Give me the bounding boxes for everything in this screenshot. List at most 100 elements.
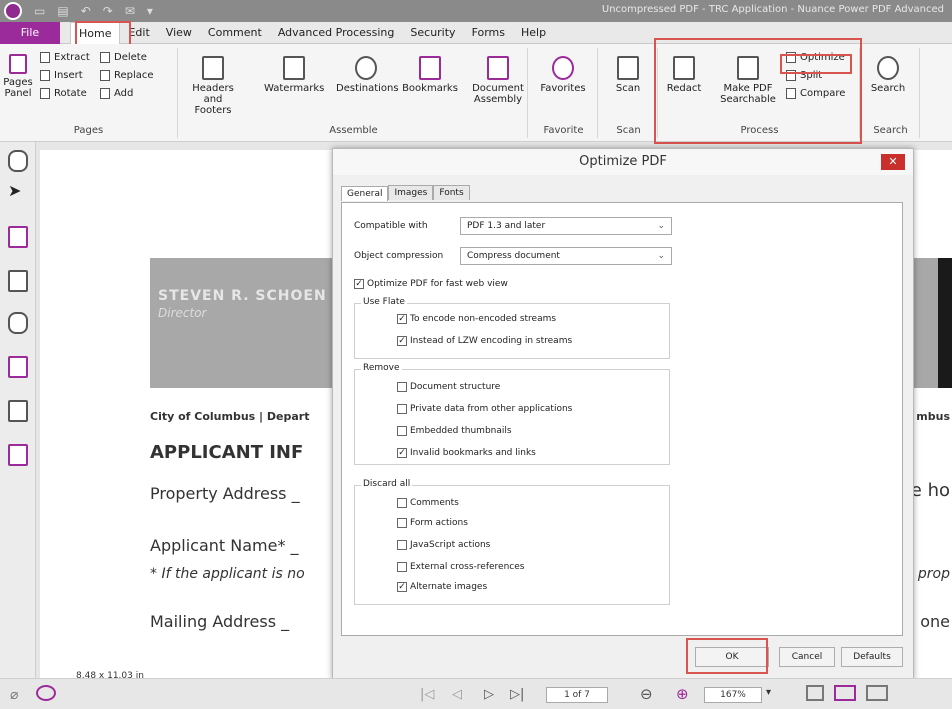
ribbon: Pages Panel Extract Insert Rotate Delete… xyxy=(0,44,952,142)
tab-home[interactable]: Home xyxy=(70,21,121,44)
destinations-button[interactable]: Destinations xyxy=(336,56,399,94)
tab-edit[interactable]: Edit xyxy=(120,22,157,44)
tab-help[interactable]: Help xyxy=(513,22,554,44)
delete-button[interactable]: Delete xyxy=(100,52,147,63)
destination-pin-icon xyxy=(355,56,377,80)
security-panel-icon[interactable] xyxy=(8,356,28,378)
compression-select[interactable]: Compress document ⌄ xyxy=(460,247,672,265)
watermarks-button[interactable]: Watermarks xyxy=(264,56,324,94)
group-label-search: Search xyxy=(873,125,908,136)
undo-icon[interactable]: ↶ xyxy=(81,4,91,18)
remove-private-data-checkbox[interactable]: Private data from other applications xyxy=(397,404,572,414)
tab-security[interactable]: Security xyxy=(402,22,463,44)
dialog-title: Optimize PDF xyxy=(333,149,913,175)
select-tool-icon[interactable]: ➤ xyxy=(8,180,28,202)
flate-lzw-checkbox[interactable]: ✓ Instead of LZW encoding in streams xyxy=(397,336,572,346)
extract-button[interactable]: Extract xyxy=(40,52,90,63)
discard-comments-checkbox[interactable]: Comments xyxy=(397,498,459,508)
attachments-panel-icon[interactable] xyxy=(8,400,28,422)
tab-forms[interactable]: Forms xyxy=(464,22,513,44)
tab-images[interactable]: Images xyxy=(388,185,434,200)
hand-tool-icon[interactable] xyxy=(8,150,28,172)
split-icon xyxy=(786,70,796,81)
defaults-button[interactable]: Defaults xyxy=(841,647,903,667)
first-page-icon[interactable]: |◁ xyxy=(420,687,434,702)
signature-panel-icon[interactable] xyxy=(8,312,28,334)
discard-form-actions-checkbox[interactable]: Form actions xyxy=(397,518,468,528)
remove-thumbnails-checkbox[interactable]: Embedded thumbnails xyxy=(397,426,512,436)
search-icon xyxy=(877,56,899,80)
optimize-icon xyxy=(786,52,796,63)
replace-button[interactable]: Replace xyxy=(100,70,154,81)
cancel-button[interactable]: Cancel xyxy=(779,647,835,667)
ok-button[interactable]: OK xyxy=(695,647,769,667)
tab-fonts[interactable]: Fonts xyxy=(433,185,470,200)
tab-advanced-processing[interactable]: Advanced Processing xyxy=(270,22,403,44)
document-assembly-icon xyxy=(487,56,509,80)
remove-structure-checkbox[interactable]: Document structure xyxy=(397,382,500,392)
mailing-address-field: Mailing Address _ xyxy=(150,612,290,631)
zoom-in-icon[interactable]: ⊕ xyxy=(676,685,689,703)
bookmarks-button[interactable]: Bookmarks xyxy=(402,56,458,94)
property-address-field: Property Address _ xyxy=(150,484,300,503)
pages-panel-icon[interactable] xyxy=(8,270,28,292)
group-search: Search Search xyxy=(862,48,920,138)
fast-web-checkbox[interactable]: ✓ Optimize PDF for fast web view xyxy=(354,279,508,289)
save-icon[interactable]: ▤ xyxy=(57,4,68,18)
group-label-favorite: Favorite xyxy=(543,125,584,136)
make-searchable-icon xyxy=(737,56,759,80)
add-icon xyxy=(100,88,110,99)
discard-alternate-images-checkbox[interactable]: ✓ Alternate images xyxy=(397,582,487,592)
dialog-tabs: General Images Fonts xyxy=(341,185,470,201)
app-logo-icon xyxy=(4,2,22,20)
flate-encode-checkbox[interactable]: ✓ To encode non-encoded streams xyxy=(397,314,556,324)
attachment-icon[interactable]: ⌀ xyxy=(10,687,18,703)
continuous-page-icon[interactable] xyxy=(834,685,856,701)
header-image-right xyxy=(938,258,952,388)
tab-general[interactable]: General xyxy=(341,186,389,201)
document-assembly-button[interactable]: Document Assembly xyxy=(470,56,526,105)
optimize-button[interactable]: Optimize xyxy=(786,52,845,63)
add-button[interactable]: Add xyxy=(100,88,133,99)
email-icon[interactable]: ✉ xyxy=(125,4,135,18)
compatible-label: Compatible with xyxy=(354,221,428,231)
pages-panel-button[interactable]: Pages Panel xyxy=(2,54,34,99)
headers-footers-button[interactable]: Headers and Footers xyxy=(184,56,242,116)
open-icon[interactable]: ▭ xyxy=(34,4,45,18)
prev-page-icon[interactable]: ◁ xyxy=(452,687,462,702)
make-searchable-button[interactable]: Make PDF Searchable xyxy=(716,56,780,105)
redo-icon[interactable]: ↷ xyxy=(103,4,113,18)
remove-invalid-bookmarks-checkbox[interactable]: ✓ Invalid bookmarks and links xyxy=(397,448,536,458)
split-button[interactable]: Split xyxy=(786,70,822,81)
comments-panel-icon[interactable] xyxy=(8,444,28,466)
close-icon[interactable]: ✕ xyxy=(881,154,905,170)
next-page-icon[interactable]: ▷ xyxy=(484,687,494,702)
tab-file[interactable]: File xyxy=(0,21,60,44)
bookmarks-panel-icon[interactable] xyxy=(8,226,28,248)
scan-button[interactable]: Scan xyxy=(606,56,650,94)
discard-crossrefs-checkbox[interactable]: External cross-references xyxy=(397,562,524,572)
zoom-out-icon[interactable]: ⊖ xyxy=(640,685,653,703)
search-button[interactable]: Search xyxy=(866,56,910,94)
tab-comment[interactable]: Comment xyxy=(200,22,270,44)
discard-javascript-checkbox[interactable]: JavaScript actions xyxy=(397,540,490,550)
rotate-button[interactable]: Rotate xyxy=(40,88,87,99)
left-toolbar: ➤ xyxy=(0,142,36,678)
compare-button[interactable]: Compare xyxy=(786,88,845,99)
comment-icon[interactable] xyxy=(36,685,56,701)
favorites-button[interactable]: Favorites xyxy=(534,56,592,94)
compatible-select[interactable]: PDF 1.3 and later ⌄ xyxy=(460,217,672,235)
tab-view[interactable]: View xyxy=(158,22,200,44)
group-assemble: Headers and Footers Watermarks Destinati… xyxy=(180,48,528,138)
zoom-dropdown-icon[interactable]: ▾ xyxy=(766,687,771,698)
page-counter[interactable]: 1 of 7 xyxy=(546,687,608,703)
zoom-level[interactable]: 167% xyxy=(704,687,762,703)
field1-right: e ho xyxy=(910,480,950,501)
customize-icon[interactable]: ▾ xyxy=(147,4,153,18)
insert-button[interactable]: Insert xyxy=(40,70,83,81)
two-page-icon[interactable] xyxy=(866,685,888,701)
title-bar: ▭ ▤ ↶ ↷ ✉ ▾ Uncompressed PDF - TRC Appli… xyxy=(0,0,952,22)
redact-button[interactable]: Redact xyxy=(664,56,704,94)
last-page-icon[interactable]: ▷| xyxy=(510,687,524,702)
single-page-icon[interactable] xyxy=(806,685,824,701)
